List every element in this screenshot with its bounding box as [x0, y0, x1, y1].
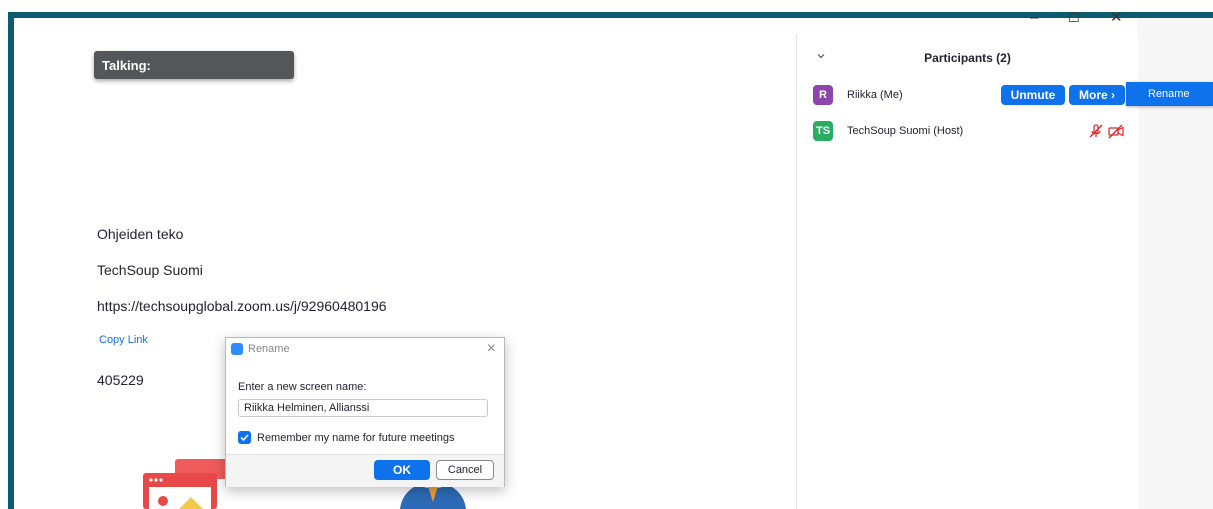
meeting-topic: Ohjeiden teko	[97, 226, 184, 242]
dialog-title: Rename	[248, 343, 290, 355]
avatar: R	[813, 85, 833, 105]
participant-name: TechSoup Suomi (Host)	[847, 125, 964, 137]
participants-panel: Participants (2) R Riikka (Me) Unmute Mo…	[796, 34, 1138, 509]
dialog-titlebar[interactable]: Rename ×	[226, 338, 504, 360]
dialog-footer: OK Cancel	[226, 454, 504, 487]
dialog-close-icon[interactable]: ×	[487, 340, 496, 358]
rename-dialog: Rename × Enter a new screen name: Rememb…	[225, 337, 505, 487]
rename-menu-label: Rename	[1148, 88, 1190, 100]
meeting-url: https://techsoupglobal.zoom.us/j/9296048…	[97, 298, 387, 314]
participants-title: Participants (2)	[924, 51, 1011, 65]
avatar: TS	[813, 121, 833, 141]
rename-menu-item[interactable]: Rename	[1126, 82, 1213, 106]
meeting-host-org: TechSoup Suomi	[97, 262, 203, 278]
participant-name: Riikka (Me)	[847, 89, 903, 101]
meeting-passcode: 405229	[97, 372, 144, 388]
zoom-app-icon	[231, 343, 243, 355]
maximize-button[interactable]: ☐	[1068, 11, 1080, 25]
talking-indicator: Talking:	[94, 51, 294, 79]
muted-microphone-icon	[1089, 124, 1103, 138]
participant-row[interactable]: R Riikka (Me) Unmute More ›	[797, 81, 1138, 111]
window-outer-margin	[0, 0, 8, 509]
ok-button[interactable]: OK	[374, 460, 430, 480]
participant-row[interactable]: TS TechSoup Suomi (Host)	[797, 117, 1138, 147]
minimize-button[interactable]: –	[1030, 10, 1038, 25]
unmute-button[interactable]: Unmute	[1001, 85, 1065, 105]
copy-link-button[interactable]: Copy Link	[99, 334, 148, 346]
more-button[interactable]: More ›	[1069, 85, 1125, 105]
talking-label: Talking:	[102, 58, 151, 73]
remember-name-label[interactable]: Remember my name for future meetings	[257, 432, 454, 444]
window-frame-left	[8, 12, 14, 509]
close-window-button[interactable]: ✕	[1110, 10, 1123, 25]
cancel-button[interactable]: Cancel	[436, 460, 494, 480]
screen-name-input[interactable]	[238, 399, 488, 417]
rename-prompt: Enter a new screen name:	[238, 381, 367, 393]
video-off-icon	[1108, 124, 1124, 139]
remember-name-checkbox[interactable]	[238, 431, 251, 444]
